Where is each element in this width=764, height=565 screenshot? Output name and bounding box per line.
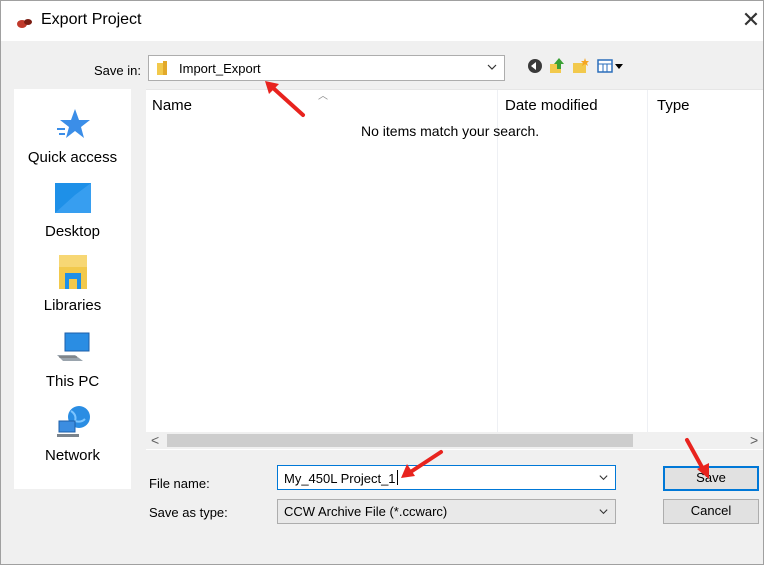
back-icon[interactable]: [526, 57, 544, 75]
save-button[interactable]: Save: [663, 466, 759, 491]
chevron-down-icon: [487, 64, 497, 70]
title-bar: Export Project ✕: [1, 1, 763, 41]
new-folder-icon[interactable]: [572, 57, 590, 75]
window-title: Export Project: [41, 11, 142, 28]
cancel-button[interactable]: Cancel: [663, 499, 759, 524]
place-label: This PC: [45, 373, 100, 390]
column-header-type[interactable]: Type: [657, 97, 690, 114]
network-icon: [57, 406, 90, 437]
file-name-input[interactable]: My_450L Project_1: [277, 465, 616, 490]
file-list[interactable]: ︿ Name Date modified Type No items match…: [146, 89, 763, 450]
horizontal-scrollbar[interactable]: < >: [146, 432, 763, 449]
empty-list-message: No items match your search.: [361, 123, 540, 139]
save-in-dropdown[interactable]: Import_Export: [148, 55, 505, 81]
column-header-date-modified[interactable]: Date modified: [505, 97, 598, 114]
close-button[interactable]: ✕: [739, 9, 763, 33]
up-folder-icon[interactable]: [548, 57, 566, 75]
app-logo-icon: [17, 19, 32, 28]
places-bar: Quick access Desktop Libraries This PC N…: [14, 89, 131, 489]
folder-icon: [157, 61, 167, 75]
chevron-down-icon: [599, 509, 608, 515]
place-this-pc[interactable]: This PC: [14, 325, 131, 397]
computer-icon: [57, 332, 90, 361]
save-in-label: Save in:: [94, 63, 141, 78]
save-as-type-label: Save as type:: [149, 505, 228, 520]
view-menu-icon[interactable]: [597, 57, 625, 75]
chevron-down-icon: [599, 475, 608, 481]
libraries-icon: [59, 255, 87, 289]
column-divider: [647, 90, 648, 432]
save-as-type-dropdown[interactable]: CCW Archive File (*.ccwarc): [277, 499, 616, 524]
export-project-dialog: Export Project ✕ Save in: Import_Export: [0, 0, 764, 565]
scrollbar-thumb[interactable]: [167, 434, 633, 447]
scroll-left-icon[interactable]: <: [151, 432, 159, 449]
file-name-value: My_450L Project_1: [284, 470, 398, 486]
place-desktop[interactable]: Desktop: [14, 175, 131, 247]
place-label: Libraries: [43, 297, 102, 314]
place-label: Desktop: [44, 223, 101, 240]
text-caret: [396, 470, 398, 485]
desktop-icon: [55, 183, 91, 213]
star-icon: [57, 109, 90, 138]
place-libraries[interactable]: Libraries: [14, 249, 131, 321]
column-divider: [497, 90, 498, 432]
column-header-name[interactable]: Name: [152, 97, 192, 114]
place-quick-access[interactable]: Quick access: [14, 101, 131, 173]
scroll-right-icon[interactable]: >: [750, 432, 758, 449]
place-network[interactable]: Network: [14, 399, 131, 471]
sort-ascending-icon: ︿: [318, 91, 328, 102]
file-name-label: File name:: [149, 476, 210, 491]
save-as-type-value: CCW Archive File (*.ccwarc): [284, 504, 448, 519]
place-label: Quick access: [27, 149, 118, 166]
save-in-value: Import_Export: [179, 61, 261, 76]
place-label: Network: [44, 447, 100, 464]
